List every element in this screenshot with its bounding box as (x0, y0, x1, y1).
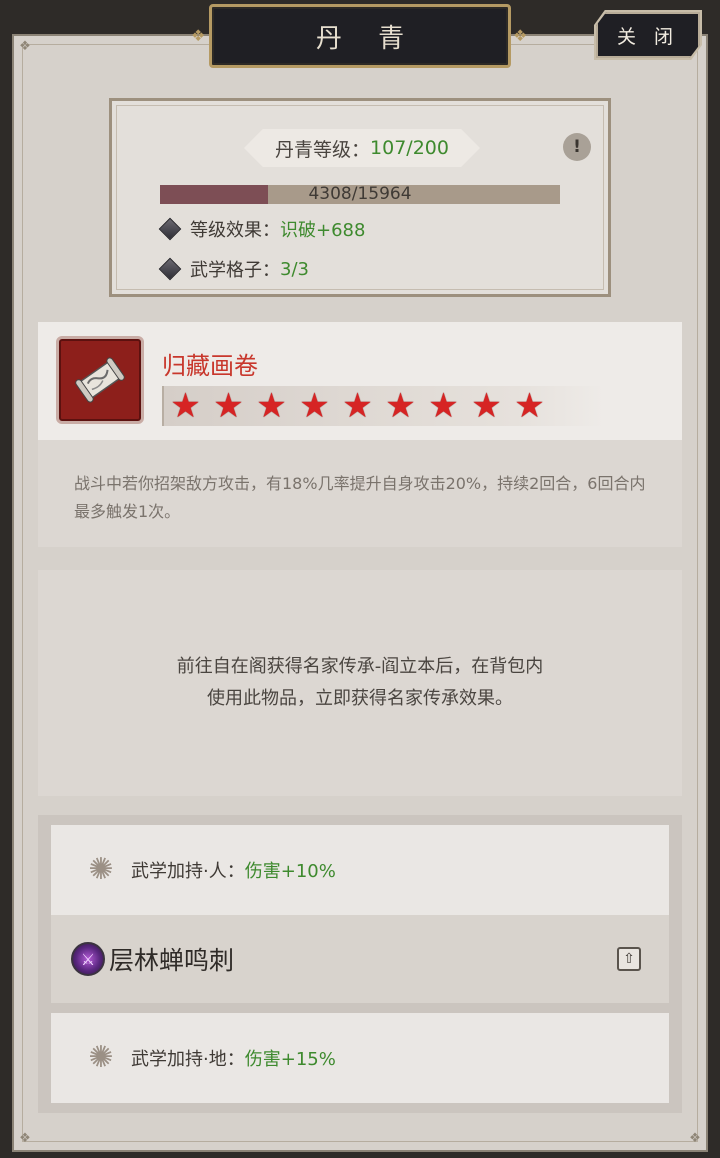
scroll-icon (75, 357, 125, 403)
close-button[interactable]: 关 闭 (596, 12, 700, 58)
item-slot[interactable] (56, 336, 144, 424)
corner-ornament-icon: ❖ (19, 1131, 31, 1146)
title-ornament-icon: ❖ (191, 26, 206, 45)
share-icon[interactable]: ⇧ (617, 947, 641, 971)
star-icon: ★ (514, 386, 545, 426)
martial-skills-panel: ✺ 武学加持·人： 伤害+10% ⚔ 层林蝉鸣刺 ⇧ ✺ 武学加持·地： 伤害+… (38, 815, 682, 1113)
corner-ornament-icon: ❖ (689, 1131, 701, 1146)
item-description-panel: 战斗中若你招架敌方攻击，有18%几率提升自身攻击20%，持续2回合，6回合内最多… (38, 440, 682, 547)
item-name: 归藏画卷 (162, 352, 258, 380)
usage-panel: 前往自在阁获得名家传承-阎立本后，在背包内 使用此物品，立即获得名家传承效果。 (38, 570, 682, 796)
martial-slots-row: 武学格子： 3/3 (158, 255, 309, 283)
star-icon: ★ (256, 386, 287, 426)
corner-ornament-icon: ❖ (19, 39, 31, 54)
level-value: 107/200 (370, 137, 449, 159)
bonus-value: 伤害+15% (244, 1049, 336, 1070)
star-icon: ★ (342, 386, 373, 426)
star-icon: ★ (471, 386, 502, 426)
martial-slots-value: 3/3 (280, 258, 309, 280)
martial-bonus-earth: ✺ 武学加持·地： 伤害+15% (51, 1013, 669, 1103)
item-description: 战斗中若你招架敌方攻击，有18%几率提升自身攻击20%，持续2回合，6回合内最多… (74, 474, 646, 521)
bonus-label: 武学加持·地： (131, 1049, 245, 1070)
usage-line-1: 前往自在阁获得名家传承-阎立本后，在背包内 (176, 656, 544, 677)
level-effect-row: 等级效果： 识破+688 (158, 215, 366, 243)
martial-slots-label: 武学格子： (190, 260, 280, 281)
level-effect-label: 等级效果： (190, 220, 280, 241)
star-icon: ★ (428, 386, 459, 426)
bonus-label: 武学加持·人： (131, 861, 245, 882)
window-title: 丹 青 (315, 23, 419, 54)
usage-line-2: 使用此物品，立即获得名家传承效果。 (207, 688, 513, 709)
exp-progress-bar: 4308/15964 (160, 185, 560, 204)
spear-skill-icon: ⚔ (71, 942, 105, 976)
exp-progress-text: 4308/15964 (308, 184, 412, 204)
gear-icon: ✺ (88, 1040, 114, 1075)
skill-row[interactable]: ⚔ 层林蝉鸣刺 ⇧ (51, 915, 669, 1003)
level-effect-value: 识破+688 (280, 220, 366, 241)
star-rating: ★ ★ ★ ★ ★ ★ ★ ★ ★ (162, 386, 604, 426)
bonus-value: 伤害+10% (244, 861, 336, 882)
exclamation-icon[interactable]: ! (563, 133, 591, 161)
level-tag: 丹青等级： 107/200 (244, 129, 480, 167)
level-label: 丹青等级： (275, 138, 371, 161)
diamond-bullet-icon (158, 217, 182, 241)
star-icon: ★ (213, 386, 244, 426)
martial-bonus-human: ✺ 武学加持·人： 伤害+10% (51, 825, 669, 915)
item-header: 归藏画卷 ★ ★ ★ ★ ★ ★ ★ ★ ★ (38, 322, 682, 440)
diamond-bullet-icon (158, 257, 182, 281)
level-panel: 丹青等级： 107/200 ! 4308/15964 等级效果： 识破+688 … (109, 98, 611, 297)
star-icon: ★ (385, 386, 416, 426)
title-plate: 丹 青 (209, 4, 511, 68)
skill-name: 层林蝉鸣刺 (109, 946, 235, 975)
star-icon: ★ (170, 386, 201, 426)
close-button-label: 关 闭 (616, 25, 680, 48)
star-icon: ★ (299, 386, 330, 426)
gear-icon: ✺ (88, 852, 114, 887)
title-ornament-icon: ❖ (513, 26, 528, 45)
